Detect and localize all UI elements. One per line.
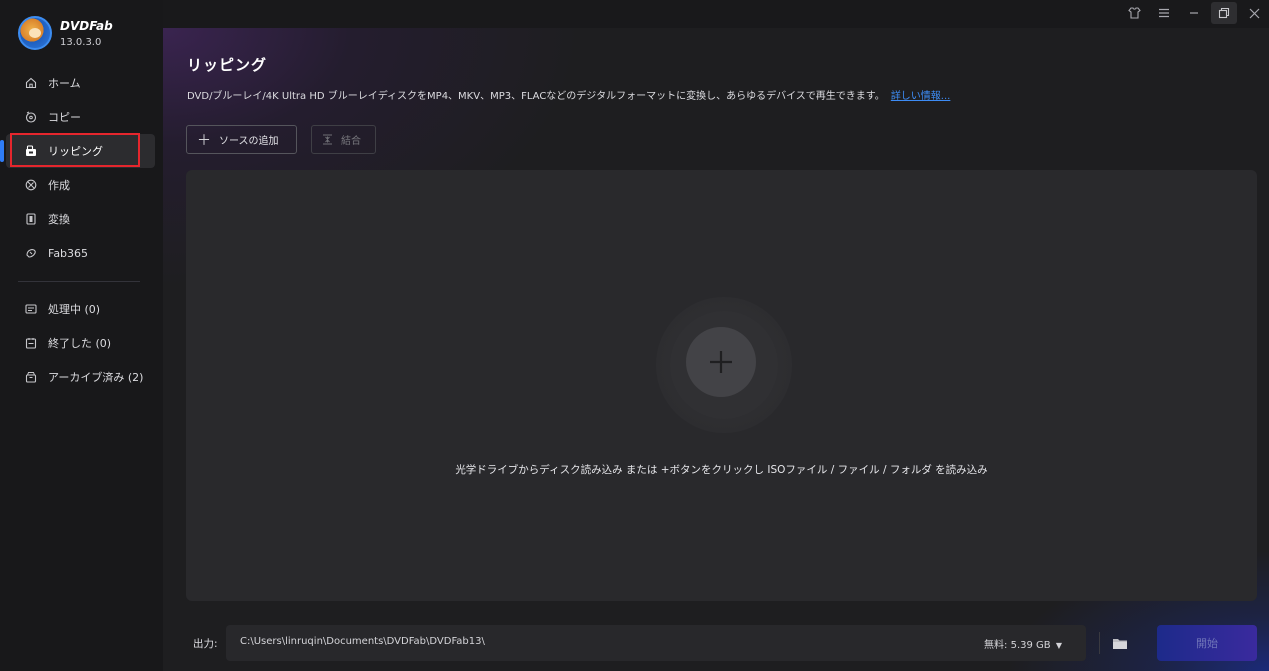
- sidebar-item-label: ホーム: [48, 77, 81, 90]
- add-source-ring: [656, 297, 792, 433]
- fab365-icon: [24, 247, 37, 260]
- large-plus-icon: [710, 351, 732, 373]
- sidebar-item-creator[interactable]: 作成: [6, 168, 155, 202]
- caret-down-icon: ▼: [1055, 641, 1062, 650]
- more-info-link[interactable]: 詳しい情報...: [891, 91, 951, 102]
- free-space-text: 無料: 5.39 GB: [984, 640, 1051, 651]
- plus-icon: ＋: [197, 132, 211, 149]
- add-plus-button[interactable]: [686, 327, 756, 397]
- sidebar-item-converter[interactable]: 変換: [6, 202, 155, 236]
- creator-icon: [24, 179, 37, 192]
- processing-icon: [24, 303, 37, 316]
- sidebar-nav: ホーム コピー リッピング 作成 変換 Fab365: [0, 66, 163, 270]
- footer-divider: [1099, 632, 1100, 654]
- add-source-label: ソースの追加: [219, 136, 279, 147]
- sidebar-item-label: リッピング: [48, 145, 103, 158]
- merge-button[interactable]: 結合: [311, 125, 376, 154]
- sidebar-item-archived[interactable]: アーカイブ済み (2): [6, 360, 155, 394]
- title-bar: [163, 0, 1269, 28]
- sidebar-item-copy[interactable]: コピー: [6, 100, 155, 134]
- sidebar-item-finished[interactable]: 終了した (0): [6, 326, 155, 360]
- page-title: リッピング: [187, 56, 268, 74]
- converter-film-icon: [24, 213, 37, 226]
- window-controls: [1121, 2, 1267, 24]
- output-label: 出力:: [193, 638, 218, 650]
- finished-icon: [24, 337, 37, 350]
- close-icon[interactable]: [1241, 2, 1267, 24]
- merge-label: 結合: [341, 136, 361, 147]
- app-logo: DVDFab 13.0.3.0: [18, 16, 113, 50]
- sidebar-item-ripper[interactable]: リッピング: [0, 134, 155, 168]
- sidebar-item-label: 変換: [48, 213, 70, 226]
- sidebar-item-processing[interactable]: 処理中 (0): [6, 292, 155, 326]
- description-text: DVD/ブルーレイ/4K Ultra HD ブルーレイディスクをMP4、MKV、…: [187, 91, 885, 102]
- free-space-selector[interactable]: 無料: 5.39 GB ▼: [984, 636, 1062, 651]
- copy-disc-icon: [24, 111, 37, 124]
- menu-icon[interactable]: [1151, 2, 1177, 24]
- sidebar: DVDFab 13.0.3.0 ホーム コピー リッピング 作成 変換 Fab3…: [0, 0, 163, 671]
- drop-hint-text: 光学ドライブからディスク読み込み または +ボタンをクリックし ISOファイル …: [455, 464, 988, 476]
- output-path-field[interactable]: C:\Users\linruqin\Documents\DVDFab\DVDFa…: [226, 625, 1086, 661]
- task-queue-nav: 処理中 (0) 終了した (0) アーカイブ済み (2): [0, 292, 163, 394]
- sidebar-item-label: 作成: [48, 179, 70, 192]
- app-version: 13.0.3.0: [60, 36, 102, 48]
- sidebar-item-label: コピー: [48, 111, 81, 124]
- sidebar-item-home[interactable]: ホーム: [6, 66, 155, 100]
- folder-icon: [1113, 638, 1127, 649]
- add-source-button[interactable]: ＋ ソースの追加: [186, 125, 297, 154]
- home-icon: [24, 77, 37, 90]
- restore-icon[interactable]: [1211, 2, 1237, 24]
- ripper-icon: [24, 145, 37, 158]
- drop-zone[interactable]: 光学ドライブからディスク読み込み または +ボタンをクリックし ISOファイル …: [186, 170, 1257, 601]
- sidebar-item-label: 終了した (0): [48, 337, 112, 350]
- shirt-skin-icon[interactable]: [1121, 2, 1147, 24]
- open-folder-button[interactable]: [1109, 633, 1131, 653]
- dvdfab-logo-icon: [18, 16, 52, 50]
- sidebar-item-label: アーカイブ済み (2): [48, 371, 144, 384]
- sidebar-divider: [18, 281, 140, 282]
- main-panel: リッピング DVD/ブルーレイ/4K Ultra HD ブルーレイディスクをMP…: [163, 28, 1269, 671]
- merge-icon: [322, 134, 333, 145]
- start-button[interactable]: 開始: [1157, 625, 1257, 661]
- sidebar-item-label: 処理中 (0): [48, 303, 101, 316]
- page-description: DVD/ブルーレイ/4K Ultra HD ブルーレイディスクをMP4、MKV、…: [187, 87, 950, 102]
- sidebar-item-fab365[interactable]: Fab365: [6, 236, 155, 270]
- sidebar-item-label: Fab365: [48, 246, 89, 260]
- minimize-icon[interactable]: [1181, 2, 1207, 24]
- output-path-text: C:\Users\linruqin\Documents\DVDFab\DVDFa…: [240, 636, 485, 647]
- archive-icon: [24, 371, 37, 384]
- app-brand: DVDFab: [60, 18, 113, 33]
